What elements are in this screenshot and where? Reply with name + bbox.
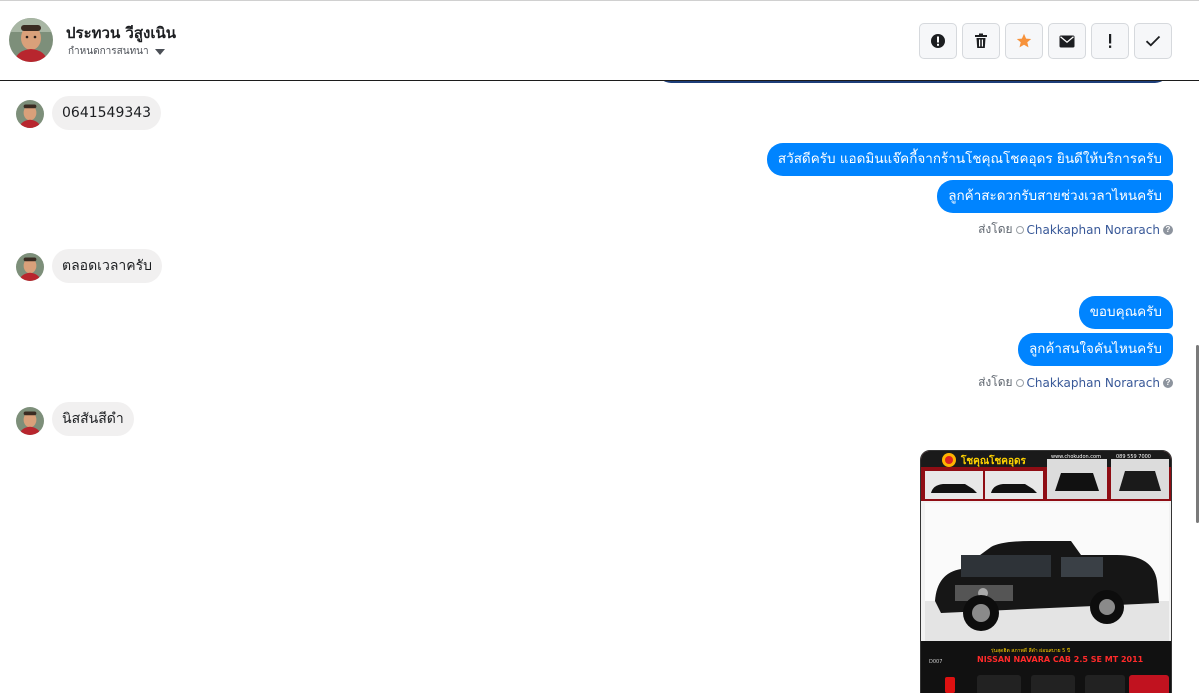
- star-button[interactable]: [1005, 23, 1043, 59]
- sent-by-line: ส่งโดย Chakkaphan Norarach ?: [978, 373, 1173, 392]
- schedule-label: กำหนดการสนทนา: [68, 46, 149, 57]
- incoming-message[interactable]: นิสสันสีดำ: [52, 402, 134, 436]
- trash-icon: [975, 33, 987, 48]
- agent-name-link[interactable]: Chakkaphan Norarach: [1027, 223, 1160, 237]
- report-button[interactable]: [919, 23, 957, 59]
- incoming-message[interactable]: ตลอดเวลาครับ: [52, 249, 163, 283]
- follow-up-button[interactable]: [1091, 23, 1129, 59]
- contact-avatar-small[interactable]: [16, 253, 44, 281]
- conversation-header: ประทวน วีสูงเนิน กำหนดการสนทนา: [0, 0, 1199, 81]
- conversation-schedule-dropdown[interactable]: กำหนดการสนทนา: [68, 44, 165, 59]
- delete-button[interactable]: [962, 23, 1000, 59]
- help-icon[interactable]: ?: [1163, 377, 1173, 388]
- sent-status-icon: [1015, 225, 1024, 234]
- contact-name: ประทวน วีสูงเนิน: [66, 24, 176, 42]
- report-icon: [931, 34, 945, 48]
- messenger-app: ประทวน วีสูงเนิน กำหนดการสนทนา 064154934…: [0, 0, 1199, 693]
- car-ad-graphic: โชคุณโชคอุดร www.chokudon.com 089 559 70…: [921, 451, 1171, 693]
- mail-icon: [1059, 35, 1075, 47]
- caret-down-icon: [154, 48, 165, 55]
- sent-by-prefix: ส่งโดย: [978, 222, 1013, 236]
- shop-name: โชคุณโชคอุดร: [960, 454, 1026, 467]
- mark-done-button[interactable]: [1134, 23, 1172, 59]
- contact-avatar-small[interactable]: [16, 100, 44, 128]
- outgoing-message[interactable]: สวัสดีครับ แอดมินแจ๊คกี้จากร้านโชคุณโชคอ…: [766, 143, 1173, 176]
- outgoing-message[interactable]: ขอบคุณครับ: [1078, 296, 1173, 329]
- star-icon: [1016, 33, 1032, 48]
- sent-by-line: ส่งโดย Chakkaphan Norarach ?: [978, 220, 1173, 239]
- ad-caption: รุ่นสุดฮิต สภาพดี สีดำ ผ่อนสบาย 5 ปี: [991, 647, 1070, 654]
- help-icon[interactable]: ?: [1163, 224, 1173, 235]
- sent-status-icon: [1015, 378, 1024, 387]
- sent-by-prefix: ส่งโดย: [978, 375, 1013, 389]
- toolbar: [919, 23, 1172, 59]
- contact-avatar[interactable]: [9, 18, 53, 62]
- outgoing-message[interactable]: ลูกค้าสนใจคันไหนครับ: [1017, 333, 1173, 366]
- ad-model: NISSAN NAVARA CAB 2.5 SE MT 2011: [977, 655, 1144, 664]
- exclamation-icon: [1109, 34, 1112, 48]
- incoming-message[interactable]: 0641549343: [52, 96, 162, 130]
- mark-unread-button[interactable]: [1048, 23, 1086, 59]
- checkmark-icon: [1145, 35, 1161, 47]
- outgoing-message[interactable]: ลูกค้าสะดวกรับสายช่วงเวลาไหนครับ: [937, 180, 1173, 213]
- agent-name-link[interactable]: Chakkaphan Norarach: [1027, 376, 1160, 390]
- message-thread[interactable]: 0641549343 สวัสดีครับ แอดมินแจ๊คกี้จากร้…: [0, 81, 1199, 693]
- previous-message-bubble: [657, 81, 1169, 83]
- car-ad-image[interactable]: โชคุณโชคอุดร www.chokudon.com 089 559 70…: [920, 450, 1172, 693]
- contact-avatar-small[interactable]: [16, 407, 44, 435]
- ad-code: D007: [929, 659, 942, 665]
